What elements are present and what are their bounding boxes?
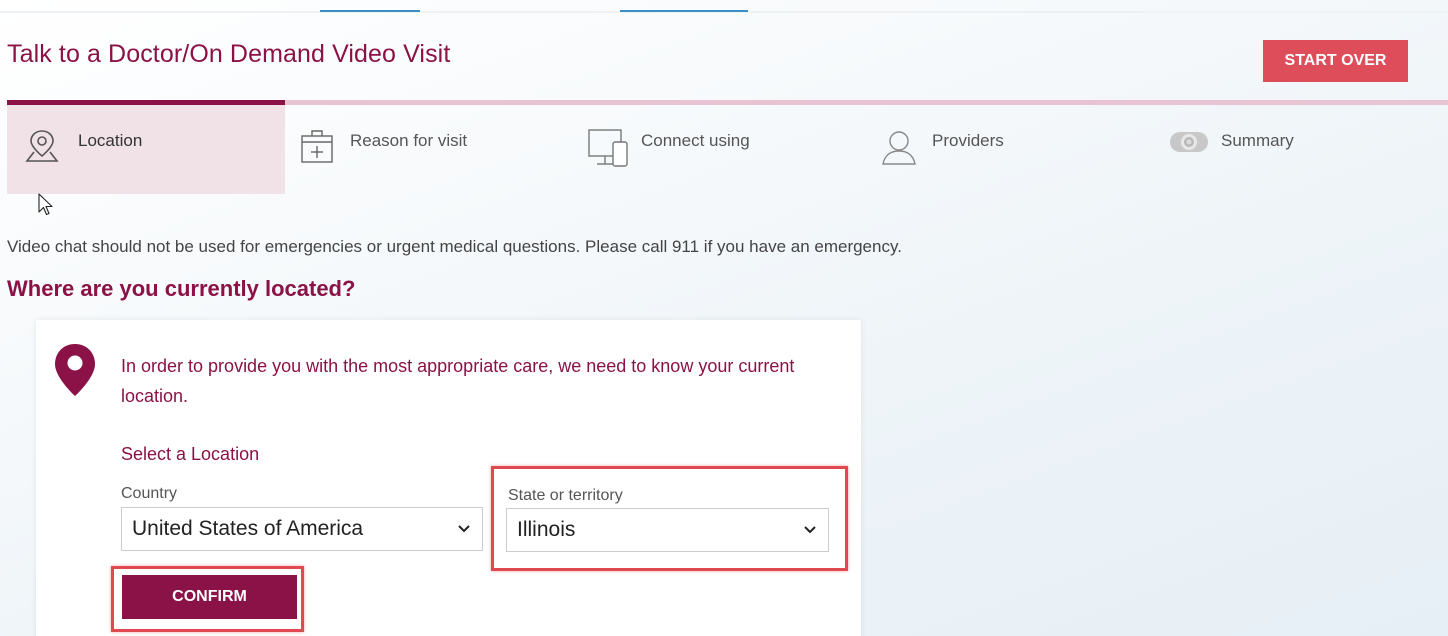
step-label: Connect using [641, 131, 750, 150]
location-intro-text: In order to provide you with the most ap… [121, 356, 795, 406]
step-connect-using[interactable]: Connect using [575, 105, 865, 194]
country-select[interactable]: United States of America [121, 507, 483, 551]
step-label: Reason for visit [350, 131, 468, 150]
step-summary[interactable]: Summary [1155, 105, 1448, 194]
location-question: Where are you currently located? [7, 276, 356, 301]
webcam-icon [1168, 128, 1210, 163]
start-over-button[interactable]: START OVER [1263, 40, 1408, 82]
step-location[interactable]: Location [7, 105, 285, 194]
country-select-value: United States of America [132, 517, 364, 540]
step-reason-for-visit[interactable]: Reason for visit [285, 105, 575, 194]
state-select-value: Illinois [517, 518, 576, 541]
select-location-heading: Select a Location [121, 444, 260, 464]
location-pin-icon [52, 342, 98, 403]
chevron-down-icon [804, 521, 816, 539]
person-icon [879, 128, 919, 171]
state-select[interactable]: Illinois [506, 508, 829, 552]
step-label: Providers [932, 131, 1004, 150]
emergency-notice: Video chat should not be used for emerge… [7, 237, 902, 256]
chevron-down-icon [458, 520, 470, 538]
country-label: Country [121, 485, 178, 502]
devices-icon [587, 128, 631, 173]
step-providers[interactable]: Providers [865, 105, 1155, 194]
top-nav-tab[interactable] [320, 0, 420, 12]
step-label: Summary [1221, 131, 1294, 150]
first-aid-kit-icon [300, 128, 334, 169]
state-label: State or territory [508, 487, 623, 504]
page-title: Talk to a Doctor/On Demand Video Visit [7, 40, 451, 68]
map-pin-icon [25, 128, 59, 169]
location-card: In order to provide you with the most ap… [36, 320, 861, 636]
step-label: Location [78, 131, 143, 150]
confirm-button[interactable]: CONFIRM [122, 575, 297, 619]
mouse-cursor-icon [38, 193, 54, 222]
progress-stepper: Location Reason for visit Connect using [7, 100, 1448, 195]
top-nav-tab[interactable] [620, 0, 748, 12]
